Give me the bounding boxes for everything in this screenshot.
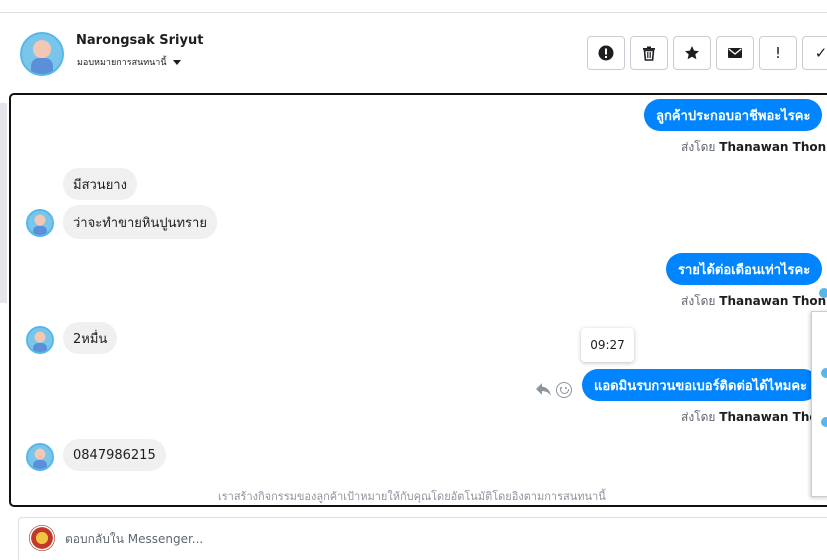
message-incoming[interactable]: 0847986215 bbox=[63, 439, 166, 471]
page-avatar bbox=[29, 525, 55, 551]
reply-input[interactable] bbox=[65, 532, 765, 546]
delete-button[interactable] bbox=[630, 36, 668, 70]
conversation-actions: ! ✓ bbox=[587, 36, 827, 70]
side-popup-panel[interactable] bbox=[811, 311, 827, 497]
sent-by-label: ส่งโดย Thanawan Thon bbox=[681, 408, 826, 427]
sent-by-name[interactable]: Thanawan Thon bbox=[719, 140, 826, 154]
messenger-inbox: Narongsak Sriyut มอบหมายการสนทนานี้ ! ✓ … bbox=[0, 0, 827, 560]
auto-activity-note: เราสร้างกิจกรรมของลูกค้าเป้าหมายให้กับคุ… bbox=[218, 490, 606, 503]
side-popup-avatar[interactable] bbox=[821, 368, 827, 378]
assign-label: มอบหมายการสนทนานี้ bbox=[77, 58, 167, 68]
contact-avatar-small[interactable] bbox=[26, 326, 54, 354]
sent-by-name[interactable]: Thanawan Thon bbox=[719, 294, 826, 308]
alert-circle-icon bbox=[598, 45, 614, 61]
sent-by-label: ส่งโดย Thanawan Thon? bbox=[681, 138, 827, 157]
smiley-icon[interactable] bbox=[556, 382, 572, 398]
check-icon: ✓ bbox=[814, 44, 827, 62]
envelope-icon bbox=[728, 48, 742, 58]
timestamp-tooltip: 09:27 bbox=[581, 328, 634, 362]
assign-conversation-dropdown[interactable]: มอบหมายการสนทนานี้ bbox=[77, 55, 181, 69]
exclamation-icon: ! bbox=[774, 44, 781, 62]
sent-by-label: ส่งโดย Thanawan Thon bbox=[681, 292, 826, 311]
caret-down-icon bbox=[172, 59, 181, 65]
message-outgoing[interactable]: รายได้ต่อเดือนเท่าไรคะ bbox=[666, 253, 823, 285]
mail-button[interactable] bbox=[716, 36, 754, 70]
contact-avatar-small[interactable] bbox=[26, 209, 54, 237]
message-incoming[interactable]: 2หมื่น bbox=[63, 322, 118, 354]
sent-by-prefix: ส่งโดย bbox=[681, 294, 716, 308]
sent-by-prefix: ส่งโดย bbox=[681, 410, 716, 424]
trash-icon bbox=[643, 46, 655, 61]
contact-avatar-small[interactable] bbox=[26, 443, 54, 471]
message-outgoing[interactable]: แอดมินรบกวนขอเบอร์ติดต่อได้ไหมคะ bbox=[582, 369, 820, 401]
message-incoming[interactable]: มีสวนยาง bbox=[63, 168, 137, 200]
sent-by-prefix: ส่งโดย bbox=[681, 140, 716, 154]
top-divider bbox=[0, 12, 827, 13]
side-popup-avatar[interactable] bbox=[821, 417, 827, 427]
spam-button[interactable] bbox=[587, 36, 625, 70]
done-button[interactable]: ✓ bbox=[802, 36, 827, 70]
reply-icon[interactable] bbox=[535, 381, 552, 398]
contact-avatar[interactable] bbox=[20, 32, 64, 76]
message-incoming[interactable]: ว่าจะทำขายหินปูนทราย bbox=[63, 205, 217, 239]
message-outgoing[interactable]: ลูกค้าประกอบอาชีพอะไรคะ bbox=[644, 99, 823, 131]
mark-unread-button[interactable]: ! bbox=[759, 36, 797, 70]
side-avatar[interactable] bbox=[819, 288, 827, 298]
star-icon bbox=[685, 46, 699, 60]
star-button[interactable] bbox=[673, 36, 711, 70]
left-scrollbar[interactable] bbox=[0, 103, 7, 303]
contact-name[interactable]: Narongsak Sriyut bbox=[76, 33, 203, 48]
